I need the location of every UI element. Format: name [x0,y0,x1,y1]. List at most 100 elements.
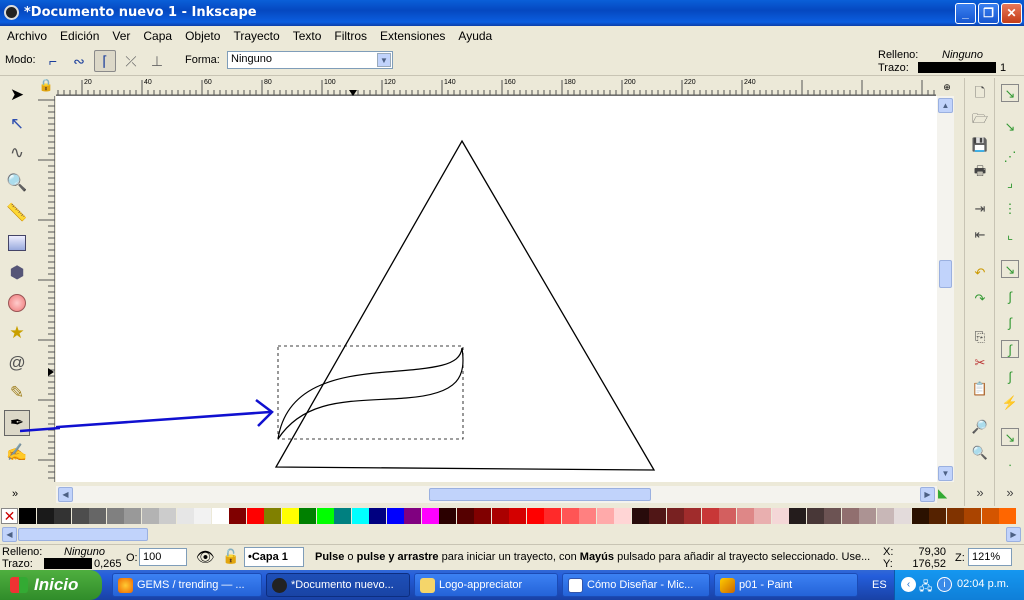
palette-scrollbar[interactable]: ◀ ▶ [0,526,1024,543]
palette-swatch[interactable] [71,508,89,524]
clock[interactable]: 02:04 p.m. [957,578,1009,590]
import-icon[interactable]: ⇥ [971,200,989,218]
palette-swatch[interactable] [859,508,876,524]
new-document-icon[interactable]: 🗋 [971,84,989,102]
palette-swatch[interactable] [684,508,701,524]
spiral-tool-icon[interactable]: @ [4,350,30,376]
palette-swatch[interactable] [754,508,771,524]
node-tool-icon[interactable]: ↖ [4,111,30,137]
snap-bbox-corner-icon[interactable]: ⌟ [1001,174,1019,192]
calligraphy-tool-icon[interactable]: ✍ [4,440,30,466]
fill-stroke-indicator[interactable]: Relleno: Ninguno Trazo: 1 [874,46,1024,76]
palette-swatch[interactable] [299,508,316,524]
pencil-tool-icon[interactable]: ✎ [4,380,30,406]
palette-swatch[interactable] [246,508,264,524]
palette-swatch[interactable] [386,508,404,524]
redo-icon[interactable]: ↷ [971,290,989,308]
palette-swatch[interactable] [964,508,981,524]
mode-paraxial-icon[interactable]: ⊥ [146,50,168,72]
drawing-canvas[interactable] [56,96,937,482]
snap-toggle-icon[interactable]: ↘ [1001,84,1019,102]
menu-filtros[interactable]: Filtros [327,26,373,43]
paste-icon[interactable]: 📋 [971,380,989,398]
palette-swatch[interactable] [281,508,299,524]
lock-icon[interactable]: 🔓 [222,548,239,565]
snap-intersection-icon[interactable]: ∫ [1001,314,1019,332]
palette-swatch[interactable] [229,508,246,524]
palette-swatch[interactable] [544,508,561,524]
cut-icon[interactable]: ✂ [971,354,989,372]
menu-ayuda[interactable]: Ayuda [451,26,498,43]
horizontal-scrollbar[interactable]: ◀ ▶ [56,486,937,503]
palette-swatch[interactable] [19,508,36,524]
vertical-scrollbar[interactable]: ▲ ▼ [937,96,954,482]
palette-scroll-left[interactable]: ◀ [2,527,17,542]
minimize-button[interactable]: _ [955,3,976,24]
ellipse-tool-icon[interactable] [4,290,30,316]
palette-swatch[interactable] [526,508,544,524]
star-tool-icon[interactable]: ★ [4,320,30,346]
palette-swatch[interactable] [824,508,841,524]
menu-trayecto[interactable]: Trayecto [226,26,285,43]
palette-swatch[interactable] [579,508,596,524]
selector-tool-icon[interactable]: ➤ [4,82,30,108]
snap-path-icon[interactable]: ∫ [1001,288,1019,306]
menu-edicion[interactable]: Edición [53,26,105,43]
palette-swatch[interactable] [999,508,1016,524]
no-paint-swatch[interactable]: ✕ [1,508,18,524]
palette-swatch[interactable] [141,508,159,524]
palette-scroll-right[interactable]: ▶ [1006,527,1021,542]
task-firefox[interactable]: GEMS / trending — ... [112,573,262,597]
palette-swatch[interactable] [106,508,124,524]
3d-box-tool-icon[interactable]: ⬢ [4,260,30,286]
palette-swatch[interactable] [509,508,526,524]
snap-center-icon[interactable]: ∙ [1001,456,1019,474]
save-icon[interactable]: 💾 [971,136,989,154]
palette-swatch[interactable] [211,508,229,524]
menu-objeto[interactable]: Objeto [178,26,226,43]
snap-smooth-icon[interactable]: ∫ [1001,368,1019,386]
start-button[interactable]: Inicio [0,570,102,600]
vertical-scroll-thumb[interactable] [939,260,952,288]
palette-swatch[interactable] [54,508,71,524]
palette-swatch[interactable] [439,508,456,524]
rectangle-tool-icon[interactable] [4,230,30,256]
palette-swatch[interactable] [649,508,666,524]
scroll-left-button[interactable]: ◀ [58,487,73,502]
horizontal-scroll-thumb[interactable] [429,488,651,501]
palette-swatch[interactable] [456,508,474,524]
palette-swatch[interactable] [981,508,999,524]
zoom-input[interactable]: 121% [968,548,1012,566]
snap-bbox-icon[interactable]: ↘ [1001,118,1019,136]
snap-midpoint-icon[interactable]: ⚡ [1001,394,1019,412]
shape-select[interactable]: Ninguno ▼ [227,51,393,69]
palette-swatch[interactable] [36,508,54,524]
palette-swatch[interactable] [491,508,509,524]
palette-swatch[interactable] [421,508,439,524]
snap-bbox-edge-icon[interactable]: ⋰ [1001,148,1019,166]
palette-swatch[interactable] [946,508,964,524]
menu-ver[interactable]: Ver [105,26,136,43]
task-paint[interactable]: p01 - Paint [714,573,858,597]
palette-swatch[interactable] [701,508,719,524]
layer-select[interactable]: •Capa 1 [244,547,304,567]
opacity-input[interactable]: 100 [139,548,187,566]
palette-swatch[interactable] [771,508,789,524]
scroll-right-button[interactable]: ▶ [920,487,935,502]
palette-swatch[interactable] [334,508,351,524]
palette-swatch[interactable] [666,508,684,524]
snap-bbox-center-icon[interactable]: ⌞ [1001,226,1019,244]
palette-scroll-thumb[interactable] [18,528,148,541]
palette-swatch[interactable] [194,508,211,524]
task-folder[interactable]: Logo-appreciator [414,573,558,597]
measure-tool-icon[interactable]: 📏 [4,200,30,226]
mode-bspline-icon[interactable]: ⌈ [94,50,116,72]
tray-expand-icon[interactable]: ‹ [901,577,916,592]
palette-swatch[interactable] [316,508,334,524]
copy-icon[interactable]: ⎘ [971,328,989,346]
palette-swatch[interactable] [474,508,491,524]
language-indicator[interactable]: ES [872,579,887,591]
palette-swatch[interactable] [841,508,859,524]
title-bar[interactable]: *Documento nuevo 1 - Inkscape _ ❐ ✕ [0,0,1024,26]
tweak-tool-icon[interactable]: ∿ [4,140,30,166]
